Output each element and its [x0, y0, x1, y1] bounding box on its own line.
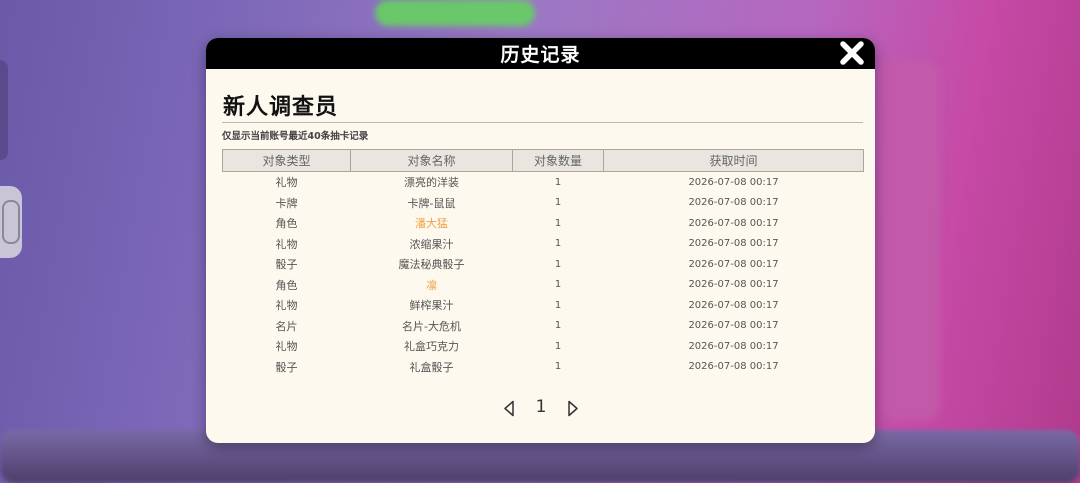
cell-count: 1	[554, 258, 562, 270]
close-button[interactable]	[839, 40, 865, 66]
table-row: 卡牌 卡牌-鼠鼠 1 2026-07-08 00:17	[223, 193, 864, 214]
dialog-title: 历史记录	[500, 44, 581, 66]
cell-count: 1	[554, 361, 562, 373]
cell-name: 浓缩果汁	[409, 237, 454, 251]
cell-time: 2026-07-08 00:17	[688, 197, 779, 209]
cell-name: 卡牌-鼠鼠	[407, 196, 456, 210]
table-row: 礼物 鲜榨果汁 1 2026-07-08 00:17	[223, 295, 864, 316]
table-row: 骰子 礼盒骰子 1 2026-07-08 00:17	[223, 357, 864, 378]
table-row: 礼物 漂亮的洋装 1 2026-07-08 00:17	[223, 172, 864, 193]
table-row: 礼物 礼盒巧克力 1 2026-07-08 00:17	[223, 336, 864, 357]
table-row: 名片 名片-大危机 1 2026-07-08 00:17	[223, 316, 864, 337]
cell-count: 1	[554, 176, 562, 188]
table-row: 骰子 魔法秘典骰子 1 2026-07-08 00:17	[223, 254, 864, 275]
table-row: 礼物 浓缩果汁 1 2026-07-08 00:17	[223, 234, 864, 255]
cell-name: 礼盒巧克力	[404, 340, 459, 354]
history-table: 对象类型 对象名称 对象数量 获取时间 礼物 漂亮的洋装 1 2026-07-08 0…	[222, 149, 864, 377]
cell-time: 2026-07-08 00:17	[688, 361, 779, 373]
column-header: 对象数量	[512, 149, 604, 172]
cell-count: 1	[554, 340, 562, 352]
cell-type: 骰子	[275, 258, 298, 272]
cell-time: 2026-07-08 00:17	[688, 299, 779, 311]
column-header: 对象类型	[222, 149, 351, 172]
cell-type: 礼物	[275, 176, 298, 190]
cell-count: 1	[554, 320, 562, 332]
cell-type: 礼物	[275, 237, 298, 251]
cell-name: 凛	[426, 278, 437, 292]
pagination: 1	[501, 397, 581, 419]
page-title: 新人调查员	[223, 95, 339, 120]
divider	[222, 122, 863, 123]
background-right-panel	[880, 60, 940, 420]
cell-name: 魔法秘典骰子	[398, 258, 465, 272]
table-header-row: 对象类型 对象名称 对象数量 获取时间	[222, 149, 864, 172]
cell-count: 1	[554, 217, 562, 229]
column-header: 对象名称	[350, 149, 513, 172]
background-game-element	[375, 0, 535, 26]
close-icon	[840, 41, 864, 65]
cell-time: 2026-07-08 00:17	[688, 217, 779, 229]
cell-type: 骰子	[275, 360, 298, 374]
cell-count: 1	[554, 238, 562, 250]
record-note: 仅显示当前账号最近40条抽卡记录	[222, 131, 369, 142]
cell-count: 1	[554, 197, 562, 209]
cell-name: 漂亮的洋装	[404, 176, 459, 190]
cell-time: 2026-07-08 00:17	[688, 238, 779, 250]
cell-time: 2026-07-08 00:17	[688, 320, 779, 332]
cell-time: 2026-07-08 00:17	[688, 258, 779, 270]
cell-name: 名片-大危机	[402, 319, 461, 333]
cell-type: 礼物	[275, 299, 298, 313]
cell-time: 2026-07-08 00:17	[688, 176, 779, 188]
cell-name: 礼盒骰子	[409, 360, 454, 374]
history-dialog: 历史记录 新人调查员 仅显示当前账号最近40条抽卡记录 对象类型 对象名称 对象…	[206, 38, 875, 443]
next-page-button[interactable]	[567, 400, 579, 417]
table-row: 角色 凛 1 2026-07-08 00:17	[223, 275, 864, 296]
cell-type: 角色	[275, 278, 298, 292]
cell-type: 名片	[275, 319, 298, 333]
background-side-button	[0, 186, 22, 258]
cell-type: 礼物	[275, 340, 298, 354]
table-body: 礼物 漂亮的洋装 1 2026-07-08 00:17 卡牌 卡牌-鼠鼠 1 2026-07-…	[223, 172, 864, 378]
cell-name: 鲜榨果汁	[409, 299, 454, 313]
cell-time: 2026-07-08 00:17	[688, 340, 779, 352]
column-header: 获取时间	[603, 149, 864, 172]
cell-type: 卡牌	[275, 196, 298, 210]
table-row: 角色 潘大猛 1 2026-07-08 00:17	[223, 213, 864, 234]
cell-count: 1	[554, 279, 562, 291]
background-side-panel	[0, 60, 8, 160]
cell-time: 2026-07-08 00:17	[688, 279, 779, 291]
triangle-right-icon	[568, 400, 578, 417]
cell-count: 1	[554, 299, 562, 311]
cell-type: 角色	[275, 217, 298, 231]
dialog-titlebar: 历史记录	[206, 38, 875, 69]
cell-name: 潘大猛	[415, 217, 448, 231]
